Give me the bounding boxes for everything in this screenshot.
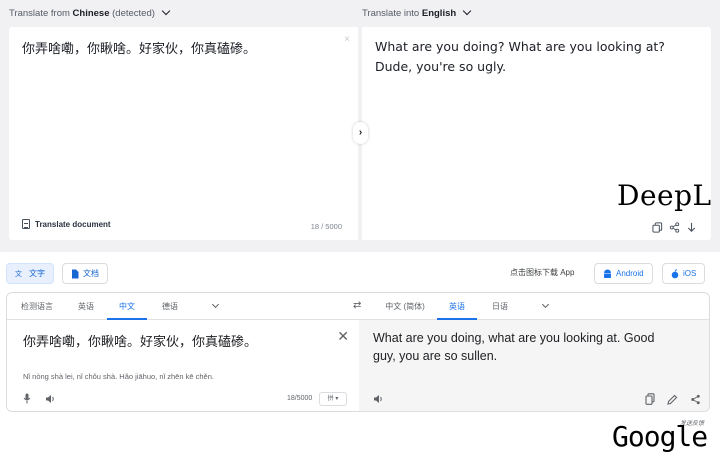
download-app-label: 点击图标下载 App [510,268,575,277]
target-tab-japanese[interactable]: 日语 [483,293,517,320]
pinyin-text: Nǐ nòng shà lei, nǐ chǒu shà. Hǎo jiāhuo… [23,372,214,381]
chevron-down-icon[interactable] [541,300,550,309]
translation-actions [652,222,697,233]
google-brand-label: Google [612,420,708,453]
copy-icon[interactable] [645,393,655,405]
documents-mode-label: 文档 [83,269,99,278]
character-count: 18/5000 [287,395,313,402]
comparison-screenshot: Translate from Chinese (detected) Transl… [0,0,720,461]
apple-icon [671,268,679,278]
target-language-selector[interactable]: Translate into English [362,6,472,19]
close-icon[interactable]: × [344,34,350,45]
source-panel[interactable]: 你弄啥嘞，你瞅啥。好家伙，你真磕碜。 ✕ Nǐ nòng shà lei, nǐ… [7,320,359,411]
translate-icon: 文 [15,269,22,278]
source-language-selector[interactable]: Translate from Chinese (detected) [9,6,170,19]
google-translate-card: 检测语言 英语 中文 德语 ⇄ 中文 (简体) 英语 日语 你弄啥嘞，你瞅啥。好… [6,292,710,412]
translation-actions [645,393,701,405]
documents-mode-button[interactable]: 文档 [62,263,108,284]
chevron-down-icon [161,6,170,16]
swap-languages-button[interactable]: › [353,122,368,144]
input-tools-button[interactable]: 拼 ▾ [319,392,347,406]
source-tab-german[interactable]: 德语 [153,293,187,320]
android-app-button[interactable]: Android [594,263,653,284]
source-tab-chinese[interactable]: 中文 [107,293,147,320]
speaker-icon[interactable] [45,394,56,404]
translation-output: What are you doing, what are you looking… [373,331,655,363]
document-icon [22,219,30,229]
ios-label: iOS [683,269,697,278]
copy-icon[interactable] [652,222,663,233]
target-language-name: English [421,8,457,19]
swap-languages-button[interactable]: ⇄ [353,300,361,311]
source-language-prefix: Translate from [9,8,70,19]
translation-output: What are you doing? What are you looking… [375,39,665,74]
deepl-brand-label: DeepL [617,179,712,212]
source-text-input[interactable]: 你弄啥嘞，你瞅啥。好家伙，你真磕碜。 [23,331,257,350]
target-panel: What are you doing? What are you looking… [362,27,711,240]
speaker-icon[interactable] [373,394,384,404]
chevron-down-icon[interactable] [211,300,220,309]
text-mode-label: 文字 [29,269,45,278]
android-label: Android [616,269,644,278]
translate-document-label: Translate document [35,219,111,229]
ios-app-button[interactable]: iOS [662,263,706,284]
google-mode-bar: 文 文字 文档 点击图标下载 App Android iOS [0,259,720,289]
language-bar: 检测语言 英语 中文 德语 ⇄ 中文 (简体) 英语 日语 [7,293,709,320]
target-tab-english[interactable]: 英语 [437,293,477,320]
chevron-down-icon [462,6,472,16]
target-tab-chinese-simplified[interactable]: 中文 (简体) [381,293,429,320]
source-panel[interactable]: 你弄啥嘞，你瞅啥。好家伙，你真磕碜。 × Translate document … [9,27,358,240]
share-icon[interactable] [669,222,680,233]
target-language-prefix: Translate into [362,8,420,19]
source-language-detected: (detected) [112,8,155,19]
close-icon[interactable]: ✕ [337,328,349,345]
character-count: 18 / 5000 [310,222,342,231]
source-tab-english[interactable]: 英语 [69,293,103,320]
deepl-translator: Translate from Chinese (detected) Transl… [0,0,720,252]
edit-icon[interactable] [667,394,678,405]
translate-document-button[interactable]: Translate document [22,219,111,229]
text-mode-button[interactable]: 文 文字 [6,263,54,284]
svg-text:文: 文 [15,269,22,278]
document-icon [72,269,79,278]
source-tools [23,393,56,404]
source-text-input[interactable]: 你弄啥嘞，你瞅啥。好家伙，你真磕碜。 [22,38,256,57]
microphone-icon[interactable] [23,393,31,404]
download-icon[interactable] [686,222,697,233]
source-language-name: Chinese [72,8,110,19]
target-panel: What are you doing, what are you looking… [359,320,709,411]
source-tab-detect[interactable]: 检测语言 [17,293,57,320]
share-icon[interactable] [690,394,701,405]
android-icon [604,269,611,278]
